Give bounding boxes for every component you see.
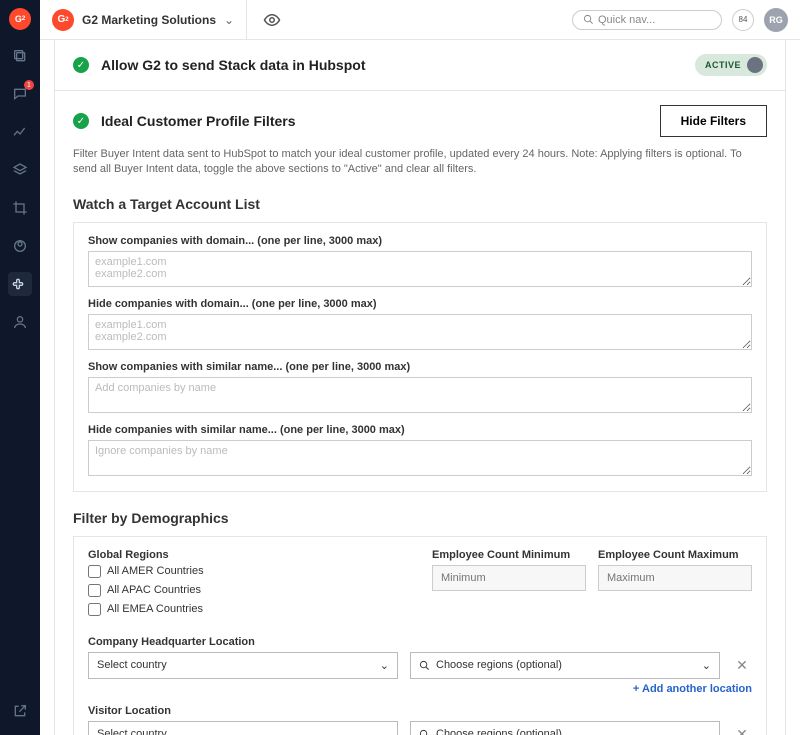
nav-dashboard[interactable] bbox=[8, 44, 32, 68]
field-label: Hide companies with similar name... (one… bbox=[88, 424, 752, 436]
field-label: Show companies with similar name... (one… bbox=[88, 361, 752, 373]
hq-country-select[interactable]: Select country⌄ bbox=[88, 652, 398, 679]
field-label: Show companies with domain... (one per l… bbox=[88, 235, 752, 247]
emp-min-label: Employee Count Minimum bbox=[432, 549, 586, 561]
status-label: ACTIVE bbox=[705, 60, 741, 70]
show-name-input[interactable] bbox=[88, 377, 752, 413]
section-description: Filter Buyer Intent data sent to HubSpot… bbox=[73, 147, 767, 178]
add-hq-location-link[interactable]: Add another location bbox=[88, 683, 752, 695]
check-icon: ✓ bbox=[73, 113, 89, 129]
brand-switcher[interactable]: G2 G2 Marketing Solutions ⌄ bbox=[52, 0, 247, 39]
show-domain-input[interactable] bbox=[88, 251, 752, 287]
emp-max-label: Employee Count Maximum bbox=[598, 549, 752, 561]
chevron-down-icon: ⌄ bbox=[380, 659, 389, 672]
demo-title: Filter by Demographics bbox=[73, 510, 767, 526]
section-title: Ideal Customer Profile Filters bbox=[101, 113, 296, 129]
nav-crop[interactable] bbox=[8, 196, 32, 220]
nav-external[interactable] bbox=[8, 699, 32, 723]
layers-icon bbox=[12, 162, 28, 178]
check-icon: ✓ bbox=[73, 57, 89, 73]
emp-max-input[interactable] bbox=[598, 565, 752, 591]
copy-icon bbox=[12, 48, 28, 64]
field-label: Hide companies with domain... (one per l… bbox=[88, 298, 752, 310]
visitor-country-select[interactable]: Select country⌄ bbox=[88, 721, 398, 735]
quick-nav-search[interactable]: Quick nav... bbox=[572, 10, 722, 30]
brand-logo: G2 bbox=[52, 9, 74, 31]
search-placeholder: Quick nav... bbox=[598, 14, 655, 26]
remove-location-button[interactable]: ✕ bbox=[732, 657, 752, 674]
emea-checkbox[interactable]: All EMEA Countries bbox=[88, 603, 408, 616]
visibility-toggle[interactable] bbox=[263, 11, 281, 29]
brand-name: G2 Marketing Solutions bbox=[82, 13, 216, 27]
puzzle-icon bbox=[12, 276, 28, 292]
topbar: G2 G2 Marketing Solutions ⌄ Quick nav...… bbox=[40, 0, 800, 40]
hide-domain-input[interactable] bbox=[88, 314, 752, 350]
search-icon bbox=[419, 729, 430, 735]
demo-panel: Global Regions All AMER Countries All AP… bbox=[73, 536, 767, 735]
speaker-icon bbox=[12, 238, 28, 254]
icp-filters-section: ✓ Ideal Customer Profile Filters Hide Fi… bbox=[54, 91, 786, 735]
stack-data-section: ✓ Allow G2 to send Stack data in Hubspot… bbox=[54, 40, 786, 91]
user-icon bbox=[12, 314, 28, 330]
nav-messages[interactable]: 1 bbox=[8, 82, 32, 106]
crop-icon bbox=[12, 200, 28, 216]
chevron-down-icon: ⌄ bbox=[702, 659, 711, 672]
avatar[interactable]: RG bbox=[764, 8, 788, 32]
chevron-down-icon: ⌄ bbox=[380, 728, 389, 735]
nav-speaker[interactable] bbox=[8, 234, 32, 258]
emp-min-input[interactable] bbox=[432, 565, 586, 591]
nav-badge: 1 bbox=[24, 80, 34, 90]
nav-logo[interactable]: G2 bbox=[9, 8, 31, 30]
chart-icon bbox=[12, 124, 28, 140]
regions-label: Global Regions bbox=[88, 549, 408, 561]
hide-filters-button[interactable]: Hide Filters bbox=[660, 105, 767, 137]
apac-checkbox[interactable]: All APAC Countries bbox=[88, 584, 408, 597]
visitor-label: Visitor Location bbox=[88, 705, 752, 717]
score-badge[interactable]: 84 bbox=[732, 9, 754, 31]
hq-label: Company Headquarter Location bbox=[88, 636, 752, 648]
active-toggle[interactable]: ACTIVE bbox=[695, 54, 767, 76]
eye-icon bbox=[263, 11, 281, 29]
amer-checkbox[interactable]: All AMER Countries bbox=[88, 565, 408, 578]
hide-name-input[interactable] bbox=[88, 440, 752, 476]
nav-integrations[interactable] bbox=[8, 272, 32, 296]
chevron-down-icon: ⌄ bbox=[702, 728, 711, 735]
toggle-knob bbox=[747, 57, 763, 73]
watch-panel: Show companies with domain... (one per l… bbox=[73, 222, 767, 492]
nav-analytics[interactable] bbox=[8, 120, 32, 144]
hq-region-select[interactable]: Choose regions (optional)⌄ bbox=[410, 652, 720, 679]
nav-user[interactable] bbox=[8, 310, 32, 334]
search-icon bbox=[583, 14, 594, 25]
nav-layers[interactable] bbox=[8, 158, 32, 182]
search-icon bbox=[419, 660, 430, 671]
sidebar: G2 1 bbox=[0, 0, 40, 735]
chevron-down-icon: ⌄ bbox=[224, 13, 234, 27]
visitor-region-select[interactable]: Choose regions (optional)⌄ bbox=[410, 721, 720, 735]
watch-title: Watch a Target Account List bbox=[73, 196, 767, 212]
external-icon bbox=[12, 703, 28, 719]
remove-location-button[interactable]: ✕ bbox=[732, 726, 752, 735]
section-title: Allow G2 to send Stack data in Hubspot bbox=[101, 57, 365, 73]
